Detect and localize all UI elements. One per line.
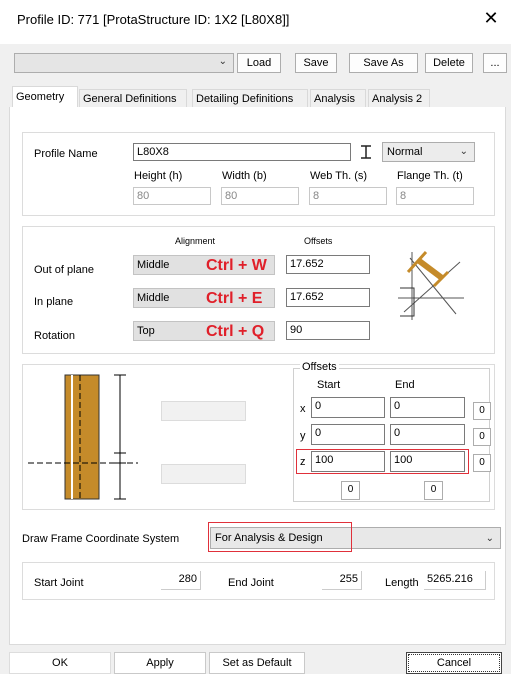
- ok-button[interactable]: OK: [9, 652, 111, 674]
- tab-geometry[interactable]: Geometry: [12, 86, 78, 108]
- flange-thickness-field: 8: [396, 187, 474, 205]
- close-icon[interactable]: ✕: [480, 8, 502, 29]
- profile-name-label: Profile Name: [34, 148, 98, 160]
- i-beam-icon[interactable]: [355, 143, 377, 161]
- y-end-offset[interactable]: 0: [390, 424, 465, 445]
- save-as-button[interactable]: Save As: [349, 53, 418, 73]
- more-button[interactable]: ...: [483, 53, 507, 73]
- x-start-offset[interactable]: 0: [311, 397, 385, 418]
- start-offset-button[interactable]: 0: [341, 481, 360, 500]
- shortcut-ctrl-q: Ctrl + Q: [206, 323, 265, 340]
- apply-button[interactable]: Apply: [114, 652, 206, 674]
- web-thickness-field: 8: [309, 187, 387, 205]
- tab-general-definitions[interactable]: General Definitions: [79, 89, 187, 107]
- end-offset-button[interactable]: 0: [424, 481, 443, 500]
- chevron-down-icon: ⌄: [459, 146, 468, 157]
- end-joint-label: End Joint: [228, 577, 274, 589]
- out-of-plane-alignment-value: Middle: [137, 259, 170, 271]
- rotation-alignment-value: Top: [137, 325, 155, 337]
- frame-select-highlight: [208, 522, 352, 552]
- rotation-label: Rotation: [34, 330, 75, 342]
- start-header: Start: [317, 379, 341, 391]
- profile-combo[interactable]: ⌄: [14, 53, 234, 73]
- frame-coordinate-label: Draw Frame Coordinate System: [22, 533, 180, 545]
- window-title: Profile ID: 771 [ProtaStructure ID: 1X2 …: [17, 12, 290, 27]
- y-axis-label: y: [300, 430, 306, 442]
- end-joint-field[interactable]: 255: [322, 571, 362, 590]
- z-offset-button[interactable]: 0: [473, 454, 491, 472]
- cancel-button[interactable]: Cancel: [406, 652, 502, 674]
- in-plane-alignment-value: Middle: [137, 292, 170, 304]
- height-field: 80: [133, 187, 211, 205]
- x-offset-button[interactable]: 0: [473, 402, 491, 420]
- chevron-down-icon: ⌄: [218, 56, 227, 67]
- type-select[interactable]: Normal ⌄: [382, 142, 475, 162]
- placeholder-box-bottom: [161, 464, 246, 484]
- alignment-header: Alignment: [175, 236, 216, 246]
- rotation-offset[interactable]: 90: [286, 321, 370, 340]
- web-thickness-label: Web Th. (s): [310, 170, 368, 182]
- chevron-down-icon: ⌄: [485, 533, 494, 544]
- length-label: Length: [385, 577, 419, 589]
- set-as-default-button[interactable]: Set as Default: [209, 652, 305, 674]
- flange-thickness-label: Flange Th. (t): [397, 170, 463, 182]
- offsets-title: Offsets: [300, 361, 339, 373]
- delete-button[interactable]: Delete: [425, 53, 473, 73]
- start-joint-label: Start Joint: [34, 577, 84, 589]
- tab-detailing-definitions[interactable]: Detailing Definitions: [192, 89, 308, 107]
- offsets-header: Offsets: [304, 236, 333, 246]
- height-label: Height (h): [134, 170, 183, 182]
- shortcut-ctrl-e: Ctrl + E: [206, 290, 263, 307]
- x-axis-label: x: [300, 403, 306, 415]
- z-start-offset[interactable]: 100: [311, 451, 385, 472]
- load-button[interactable]: Load: [237, 53, 281, 73]
- tab-analysis[interactable]: Analysis: [310, 89, 366, 107]
- profile-name-field[interactable]: L80X8: [133, 143, 351, 161]
- member-section-drawing: [28, 374, 138, 500]
- out-of-plane-label: Out of plane: [34, 264, 94, 276]
- z-end-offset[interactable]: 100: [390, 451, 465, 472]
- width-label: Width (b): [222, 170, 267, 182]
- y-offset-button[interactable]: 0: [473, 428, 491, 446]
- start-joint-field[interactable]: 280: [161, 571, 201, 590]
- axis-orientation-icon: [398, 250, 464, 320]
- placeholder-box-top: [161, 401, 246, 421]
- save-button[interactable]: Save: [295, 53, 337, 73]
- in-plane-offset[interactable]: 17.652: [286, 288, 370, 307]
- end-header: End: [395, 379, 415, 391]
- y-start-offset[interactable]: 0: [311, 424, 385, 445]
- out-of-plane-offset[interactable]: 17.652: [286, 255, 370, 274]
- width-field: 80: [221, 187, 299, 205]
- tab-analysis-2[interactable]: Analysis 2: [368, 89, 430, 107]
- z-axis-label: z: [300, 456, 306, 468]
- shortcut-ctrl-w: Ctrl + W: [206, 257, 267, 274]
- length-field[interactable]: 5265.216: [424, 571, 486, 590]
- type-select-value: Normal: [387, 146, 423, 158]
- in-plane-label: In plane: [34, 296, 74, 308]
- x-end-offset[interactable]: 0: [390, 397, 465, 418]
